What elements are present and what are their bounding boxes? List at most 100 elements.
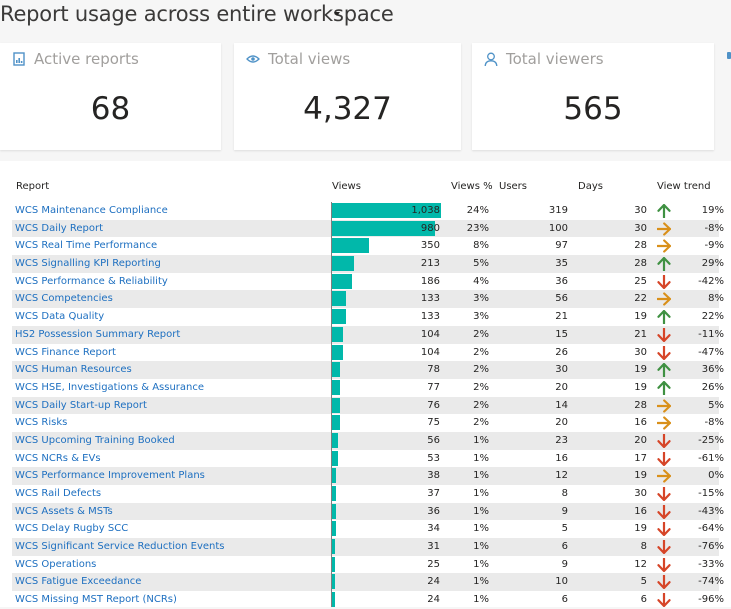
trend-flat-icon (657, 222, 671, 236)
table-row[interactable]: WCS Data Quality 133 3% 21 19 22% (12, 308, 724, 326)
trend-down-icon (657, 274, 671, 289)
total-viewers-card[interactable]: Total viewers 565 (472, 43, 714, 150)
total-views-card[interactable]: Total views 4,327 (234, 43, 461, 150)
trend-up-icon (657, 257, 671, 272)
users-value: 97 (555, 240, 568, 252)
views-value: 76 (427, 399, 440, 411)
days-value: 16 (634, 505, 647, 517)
column-header-users[interactable]: Users (499, 181, 527, 192)
views-value: 980 (420, 222, 440, 234)
report-link[interactable]: WCS Daily Report (15, 220, 103, 238)
report-link[interactable]: WCS Assets & MSTs (15, 503, 113, 521)
report-link[interactable]: WCS NCRs & EVs (15, 450, 101, 468)
table-row[interactable]: WCS Upcoming Training Booked 56 1% 23 20 -25% (12, 431, 724, 450)
trend-down-icon (657, 451, 671, 466)
users-value: 15 (555, 328, 568, 340)
report-link[interactable]: WCS Missing MST Report (NCRs) (15, 591, 177, 609)
users-value: 100 (548, 222, 568, 234)
report-link[interactable]: WCS Performance & Reliability (15, 273, 168, 291)
table-row[interactable]: WCS Missing MST Report (NCRs) 24 1% 6 6 -96% (12, 591, 724, 609)
views-value: 24 (427, 576, 440, 588)
trend-pct-value: -76% (698, 541, 724, 553)
views-pct-value: 3% (473, 311, 489, 323)
table-body: WCS Maintenance Compliance 1,038 24% 319 30 1… (12, 202, 724, 609)
table-row[interactable]: WCS Rail Defects 37 1% 8 30 -15% (12, 485, 724, 503)
report-link[interactable]: WCS Delay Rugby SCC (15, 520, 128, 538)
views-pct-value: 1% (473, 470, 489, 482)
card-header: Total viewers (484, 50, 604, 68)
users-value: 30 (555, 364, 568, 376)
views-pct-value: 1% (473, 505, 489, 517)
report-link[interactable]: WCS Performance Improvement Plans (15, 467, 205, 485)
report-link[interactable]: WCS Fatigue Exceedance (15, 573, 141, 591)
table-row[interactable]: WCS Performance & Reliability 186 4% 36 25 -4… (12, 273, 724, 291)
table-row[interactable]: WCS Competencies 133 3% 56 22 8% (12, 290, 724, 309)
trend-flat-icon (657, 292, 671, 307)
views-pct-value: 1% (473, 594, 489, 606)
trend-down-icon (657, 345, 671, 360)
table-row[interactable]: WCS Human Resources 78 2% 30 19 36% (12, 361, 724, 379)
users-value: 16 (555, 452, 568, 464)
report-link[interactable]: WCS Human Resources (15, 361, 132, 379)
table-row[interactable]: WCS Real Time Performance 350 8% 97 28 -9% (12, 237, 724, 255)
table-row[interactable]: WCS Daily Start-up Report 76 2% 14 28 5% (12, 396, 724, 415)
report-link[interactable]: WCS HSE, Investigations & Assurance (15, 379, 204, 397)
card-value: 68 (90, 91, 131, 127)
active-reports-card[interactable]: Active reports 68 (0, 43, 221, 150)
views-value: 75 (427, 417, 440, 429)
views-pct-value: 1% (473, 576, 489, 588)
report-link[interactable]: WCS Rail Defects (15, 485, 101, 503)
table-row[interactable]: WCS Assets & MSTs 36 1% 9 16 -43% (12, 502, 724, 521)
report-link[interactable]: WCS Data Quality (15, 308, 104, 326)
table-row[interactable]: WCS Maintenance Compliance 1,038 24% 319 30 1… (12, 202, 724, 220)
report-link[interactable]: WCS Significant Service Reduction Events (15, 538, 225, 556)
views-pct-value: 3% (473, 293, 489, 305)
days-value: 21 (634, 328, 647, 340)
table-row[interactable]: WCS Fatigue Exceedance 24 1% 10 5 -74% (12, 573, 724, 592)
column-header-report[interactable]: Report (16, 181, 49, 192)
days-value: 16 (634, 417, 647, 429)
table-row[interactable]: WCS NCRs & EVs 53 1% 16 17 -61% (12, 450, 724, 468)
report-link[interactable]: WCS Risks (15, 414, 67, 432)
column-header-days[interactable]: Days (578, 181, 603, 192)
days-value: 30 (634, 205, 647, 216)
column-header-view-trend[interactable]: View trend (657, 181, 711, 192)
users-value: 12 (555, 470, 568, 482)
trend-flat-icon (657, 398, 671, 413)
table-row[interactable]: WCS Significant Service Reduction Events… (12, 538, 724, 556)
table-row[interactable]: HS2 Possession Summary Report 104 2% 15 21 -1… (12, 325, 724, 344)
report-link[interactable]: WCS Daily Start-up Report (15, 397, 147, 415)
table-row[interactable]: WCS Delay Rugby SCC 34 1% 5 19 -64% (12, 520, 724, 538)
days-value: 30 (634, 346, 647, 358)
report-link[interactable]: WCS Maintenance Compliance (15, 202, 168, 220)
report-link[interactable]: WCS Operations (15, 556, 96, 574)
report-link[interactable]: WCS Competencies (15, 290, 113, 308)
report-link[interactable]: WCS Upcoming Training Booked (15, 432, 175, 450)
users-value: 23 (555, 434, 568, 446)
days-value: 5 (640, 576, 647, 588)
report-link[interactable]: WCS Finance Report (15, 344, 116, 362)
table-row[interactable]: WCS HSE, Investigations & Assurance 77 2% 2… (12, 379, 724, 397)
views-value: 133 (420, 293, 440, 305)
table-row[interactable]: WCS Performance Improvement Plans 38 1% 12 1… (12, 467, 724, 485)
table-row[interactable]: WCS Finance Report 104 2% 26 30 -47% (12, 344, 724, 362)
report-icon (12, 51, 26, 67)
table-row[interactable]: WCS Risks 75 2% 20 16 -8% (12, 414, 724, 432)
trend-pct-value: 0% (708, 470, 724, 482)
trend-pct-value: 19% (701, 205, 724, 216)
trend-up-icon (657, 380, 671, 395)
table-row[interactable]: WCS Operations 25 1% 9 12 -33% (12, 556, 724, 574)
column-header-views-pct[interactable]: Views % (451, 181, 493, 192)
table-row[interactable]: WCS Daily Report 980 23% 100 30 -8% (12, 219, 724, 238)
views-value: 24 (427, 594, 440, 606)
column-header-views[interactable]: Views (332, 181, 361, 192)
report-link[interactable]: HS2 Possession Summary Report (15, 326, 180, 344)
trend-pct-value: -43% (698, 505, 724, 517)
report-link[interactable]: WCS Real Time Performance (15, 237, 157, 255)
offscreen-card-icon (727, 52, 731, 59)
report-link[interactable]: WCS Signalling KPI Reporting (15, 255, 161, 273)
sort-descending-icon[interactable] (334, 12, 340, 16)
table-row[interactable]: WCS Signalling KPI Reporting 213 5% 35 28 29% (12, 255, 724, 273)
views-value: 53 (427, 452, 440, 464)
users-value: 6 (561, 594, 568, 606)
